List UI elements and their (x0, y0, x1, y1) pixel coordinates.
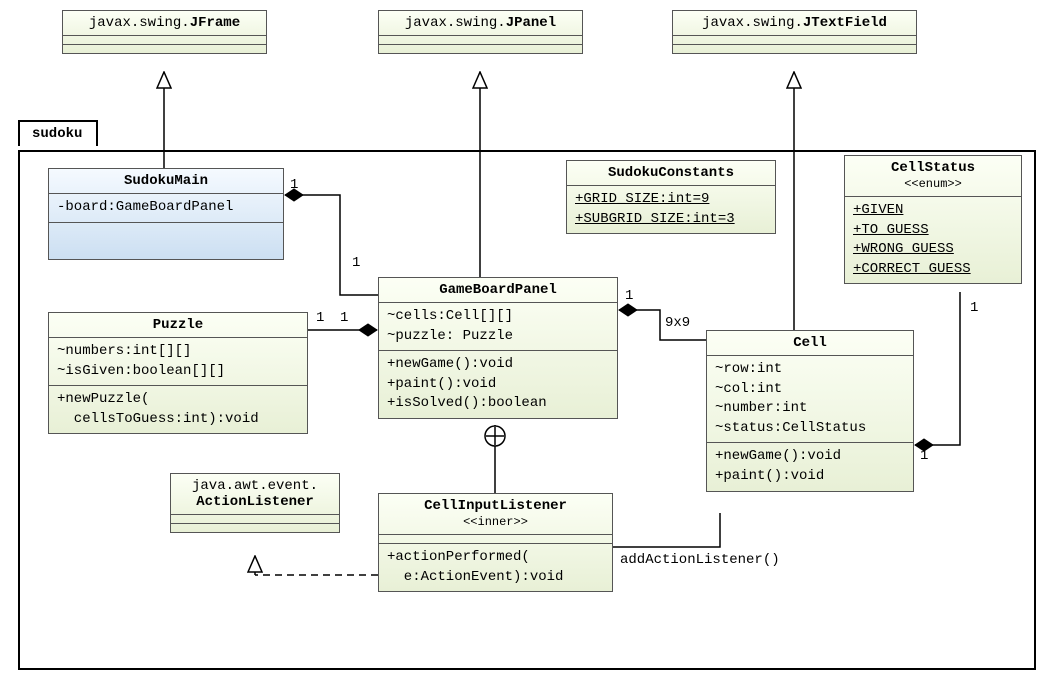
al-pkg: java.awt.event. (192, 478, 318, 494)
mult-sm-gbp-dst: 1 (352, 255, 360, 271)
mult-gbp-puzzle-src: 1 (340, 310, 348, 326)
package-name: sudoku (32, 126, 82, 142)
puzzle-ops: +newPuzzle( cellsToGuess:int):void (49, 386, 307, 433)
sudokumain-name: SudokuMain (124, 173, 208, 189)
cil-ops: +actionPerformed( e:ActionEvent):void (379, 544, 612, 591)
enum-given: +GIVEN (853, 202, 903, 218)
jtextfield-pkg: javax.swing. (702, 15, 803, 31)
cil-name: CellInputListener (424, 498, 567, 514)
package-tab: sudoku (18, 120, 98, 146)
puzzle-attrs: ~numbers:int[][] ~isGiven:boolean[][] (49, 338, 307, 386)
empty-section (63, 36, 266, 45)
cellstatus-name: CellStatus (891, 160, 975, 176)
class-cellstatus: CellStatus<<enum>> +GIVEN +TO_GUESS +WRO… (844, 155, 1022, 284)
gbp-name: GameBoardPanel (439, 282, 557, 298)
sudokumain-attrs: -board:GameBoardPanel (49, 194, 283, 223)
class-jframe: javax.swing.JFrame (62, 10, 267, 54)
empty-section (171, 524, 339, 532)
empty-section (379, 36, 582, 45)
enum-wrongguess: +WRONG_GUESS (853, 241, 954, 257)
empty-section (49, 223, 283, 259)
jframe-pkg: javax.swing. (89, 15, 190, 31)
mult-gbp-cell-src: 1 (625, 288, 633, 304)
cell-ops: +newGame():void +paint():void (707, 443, 913, 490)
puzzle-name: Puzzle (153, 317, 203, 333)
mult-gbp-cell-dst: 9x9 (665, 315, 690, 331)
jpanel-pkg: javax.swing. (405, 15, 506, 31)
enum-toguess: +TO_GUESS (853, 222, 929, 238)
cellstatus-values: +GIVEN +TO_GUESS +WRONG_GUESS +CORRECT_G… (845, 197, 1021, 283)
sudokuconstants-name: SudokuConstants (608, 165, 734, 181)
empty-section (379, 45, 582, 53)
class-puzzle: Puzzle ~numbers:int[][] ~isGiven:boolean… (48, 312, 308, 434)
class-sudokuconstants: SudokuConstants +GRID_SIZE:int=9 +SUBGRI… (566, 160, 776, 234)
class-actionlistener: java.awt.event.ActionListener (170, 473, 340, 533)
class-gameboardpanel: GameBoardPanel ~cells:Cell[][] ~puzzle: … (378, 277, 618, 419)
empty-section (379, 535, 612, 544)
sudokuconstants-attrs: +GRID_SIZE:int=9 +SUBGRID_SIZE:int=3 (567, 186, 775, 233)
class-jpanel: javax.swing.JPanel (378, 10, 583, 54)
jpanel-cls: JPanel (506, 15, 556, 31)
mult-cell-status-dst: 1 (970, 300, 978, 316)
class-cellinputlistener: CellInputListener<<inner>> +actionPerfor… (378, 493, 613, 592)
cil-stereo: <<inner>> (463, 515, 528, 529)
class-jtextfield: javax.swing.JTextField (672, 10, 917, 54)
class-sudokumain: SudokuMain -board:GameBoardPanel (48, 168, 284, 260)
empty-section (63, 45, 266, 53)
const-gridsize: +GRID_SIZE:int=9 (575, 191, 709, 207)
const-subgridsize: +SUBGRID_SIZE:int=3 (575, 211, 735, 227)
class-cell: Cell ~row:int ~col:int ~number:int ~stat… (706, 330, 914, 492)
assoc-addactionlistener: addActionListener() (620, 552, 780, 568)
al-cls: ActionListener (196, 494, 314, 510)
mult-gbp-puzzle-dst: 1 (316, 310, 324, 326)
empty-section (673, 45, 916, 53)
mult-cell-status-src: 1 (920, 448, 928, 464)
cellstatus-stereo: <<enum>> (904, 177, 962, 191)
jframe-cls: JFrame (190, 15, 240, 31)
enum-correctguess: +CORRECT_GUESS (853, 261, 971, 277)
gbp-ops: +newGame():void +paint():void +isSolved(… (379, 351, 617, 418)
cell-attrs: ~row:int ~col:int ~number:int ~status:Ce… (707, 356, 913, 443)
gbp-attrs: ~cells:Cell[][] ~puzzle: Puzzle (379, 303, 617, 351)
jtextfield-cls: JTextField (803, 15, 887, 31)
empty-section (171, 515, 339, 524)
mult-sm-gbp-src: 1 (290, 177, 298, 193)
cell-name: Cell (793, 335, 827, 351)
empty-section (673, 36, 916, 45)
